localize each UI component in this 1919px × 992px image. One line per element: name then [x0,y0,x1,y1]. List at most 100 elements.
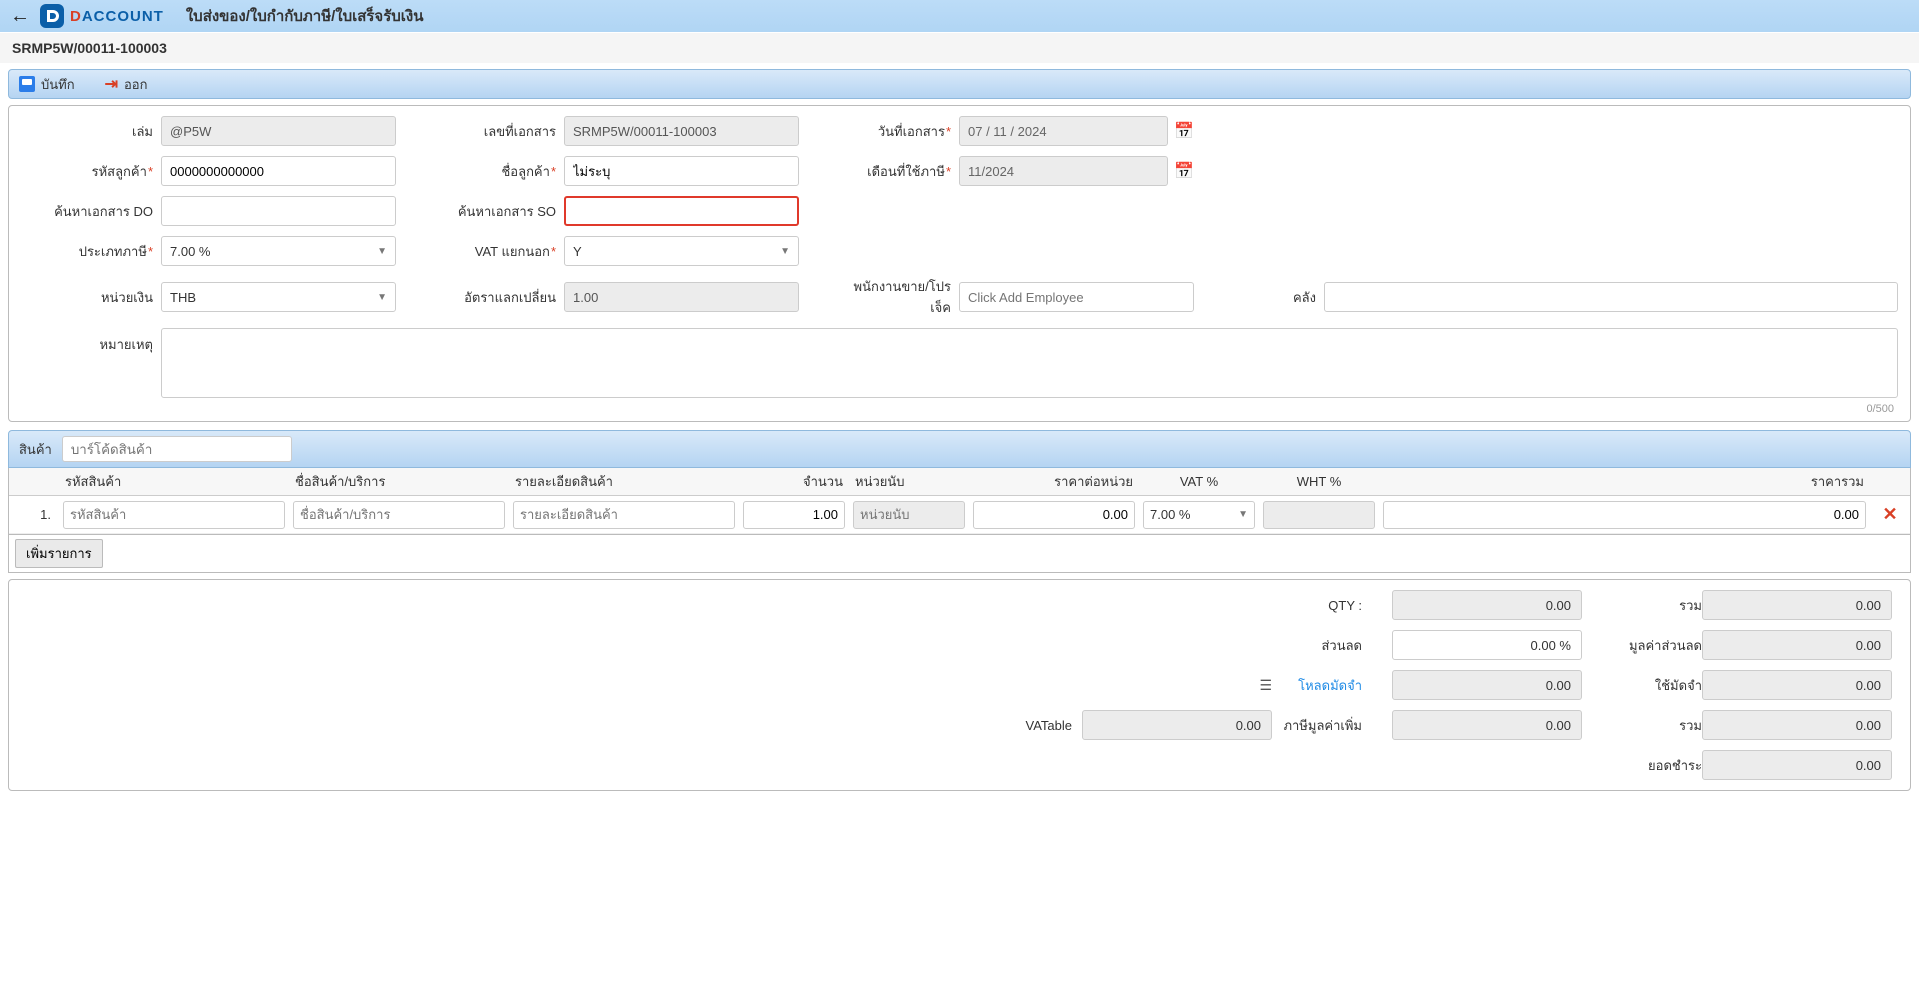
exit-icon: ⇥ [105,74,118,94]
remark-textarea[interactable] [161,328,1898,398]
add-item-bar: เพิ่มรายการ [8,535,1911,573]
chevron-down-icon: ▼ [377,246,387,257]
label-warehouse: คลัง [1234,287,1324,308]
total-sum2-value: 0.00 [1702,710,1892,740]
header-form-panel: เล่ม @P5W เลขที่เอกสาร SRMP5W/00011-1000… [8,105,1911,422]
col-total: ราคารวม [1379,471,1870,492]
totals-panel: QTY : 0.00 รวม 0.00 ส่วนลด 0.00 % มูลค่า… [8,579,1911,791]
items-header-band: สินค้า [8,430,1911,468]
search-so-input[interactable] [564,196,799,226]
doc-date-field[interactable]: 07 / 11 / 2024 [959,116,1168,146]
items-grid-row: 1. 7.00 %▼ ✕ [9,496,1910,534]
payment-label: ยอดชำระ [1612,755,1702,776]
vat-separate-select[interactable]: Y▼ [564,236,799,266]
vat-amount-value: 0.00 [1392,710,1582,740]
remark-char-count: 0/500 [161,403,1898,415]
discount-amount-label: มูลค่าส่วนลด [1612,635,1702,656]
load-deposit-link[interactable]: โหลดมัดจำ [1272,675,1362,696]
label-cust-code: รหัสลูกค้า [21,161,161,182]
col-detail: รายละเอียดสินค้า [509,471,739,492]
tax-type-select[interactable]: 7.00 %▼ [161,236,396,266]
use-deposit-label: ใช้มัดจำ [1612,675,1702,696]
label-doc-no: เลขที่เอกสาร [436,121,564,142]
load-deposit-value: 0.00 [1392,670,1582,700]
save-icon [19,76,35,92]
row-delete-icon[interactable]: ✕ [1870,504,1910,525]
back-icon[interactable]: ← [10,5,30,28]
label-tax-month: เดือนที่ใช้ภาษี [839,161,959,182]
label-vat-sep: VAT แยกนอก [436,241,564,262]
currency-select[interactable]: THB▼ [161,282,396,312]
warehouse-input[interactable] [1324,282,1898,312]
discount-label: ส่วนลด [1272,635,1362,656]
row-unit-field [853,501,965,529]
sales-employee-input[interactable] [959,282,1194,312]
vatable-label: VATable [992,718,1072,733]
total-qty-value: 0.00 [1392,590,1582,620]
use-deposit-value: 0.00 [1702,670,1892,700]
list-icon[interactable]: ☰ [1259,677,1272,693]
payment-value: 0.00 [1702,750,1892,780]
calendar-icon[interactable]: 📅 [1174,121,1194,141]
vatable-value: 0.00 [1082,710,1272,740]
col-qty: จำนวน [739,471,849,492]
exrate-field: 1.00 [564,282,799,312]
barcode-input[interactable] [62,436,292,462]
row-unit-price-input[interactable] [973,501,1135,529]
row-detail-input[interactable] [513,501,735,529]
doc-no-field: SRMP5W/00011-100003 [564,116,799,146]
vat-amount-label: ภาษีมูลค่าเพิ่ม [1272,715,1362,736]
label-remark: หมายเหตุ [21,328,161,355]
row-vat-select[interactable]: 7.00 %▼ [1143,501,1255,529]
total-sum2-label: รวม [1612,715,1702,736]
col-unit-price: ราคาต่อหน่วย [969,471,1139,492]
exit-label: ออก [124,74,148,95]
row-wht-field [1263,501,1375,529]
total-sum-value: 0.00 [1702,590,1892,620]
add-item-button[interactable]: เพิ่มรายการ [15,539,103,568]
exit-button[interactable]: ⇥ ออก [105,74,148,95]
items-grid: รหัสสินค้า ชื่อสินค้า/บริการ รายละเอียดส… [8,468,1911,535]
total-sum-label: รวม [1612,595,1702,616]
row-number: 1. [9,507,59,522]
book-field: @P5W [161,116,396,146]
col-wht: WHT % [1259,474,1379,489]
save-button[interactable]: บันทึก [19,74,75,95]
col-unit: หน่วยนับ [849,471,969,492]
label-sales: พนักงานขาย/โปรเจ็ค [839,276,959,318]
row-code-input[interactable] [63,501,285,529]
chevron-down-icon: ▼ [780,246,790,257]
discount-input[interactable]: 0.00 % [1392,630,1582,660]
top-header: ← DACCOUNT ใบส่งของ/ใบกำกับภาษี/ใบเสร็จร… [0,0,1919,32]
label-exrate: อัตราแลกเปลี่ยน [436,287,564,308]
col-code: รหัสสินค้า [59,471,289,492]
label-search-do: ค้นหาเอกสาร DO [21,201,161,222]
calendar-icon[interactable]: 📅 [1174,161,1194,181]
items-grid-header: รหัสสินค้า ชื่อสินค้า/บริการ รายละเอียดส… [9,468,1910,496]
label-tax-type: ประเภทภาษี [21,241,161,262]
label-book: เล่ม [21,121,161,142]
col-vat: VAT % [1139,474,1259,489]
label-cust-name: ชื่อลูกค้า [436,161,564,182]
row-total-input[interactable] [1383,501,1866,529]
label-search-so: ค้นหาเอกสาร SO [436,201,564,222]
row-name-input[interactable] [293,501,505,529]
chevron-down-icon: ▼ [1238,509,1248,520]
app-logo[interactable]: DACCOUNT [40,4,164,28]
page-title: ใบส่งของ/ใบกำกับภาษี/ใบเสร็จรับเงิน [186,4,424,28]
save-label: บันทึก [41,74,75,95]
label-doc-date: วันที่เอกสาร [839,121,959,142]
search-do-input[interactable] [161,196,396,226]
tax-month-field[interactable]: 11/2024 [959,156,1168,186]
logo-badge-icon [40,4,64,28]
cust-name-input[interactable] [564,156,799,186]
action-toolbar: บันทึก ⇥ ออก [8,69,1911,99]
total-qty-label: QTY : [1272,598,1362,613]
row-qty-input[interactable] [743,501,845,529]
logo-text: DACCOUNT [70,8,164,25]
label-currency: หน่วยเงิน [21,287,161,308]
cust-code-input[interactable] [161,156,396,186]
document-number-band: SRMP5W/00011-100003 [0,32,1919,63]
chevron-down-icon: ▼ [377,292,387,303]
items-band-label: สินค้า [19,439,52,460]
